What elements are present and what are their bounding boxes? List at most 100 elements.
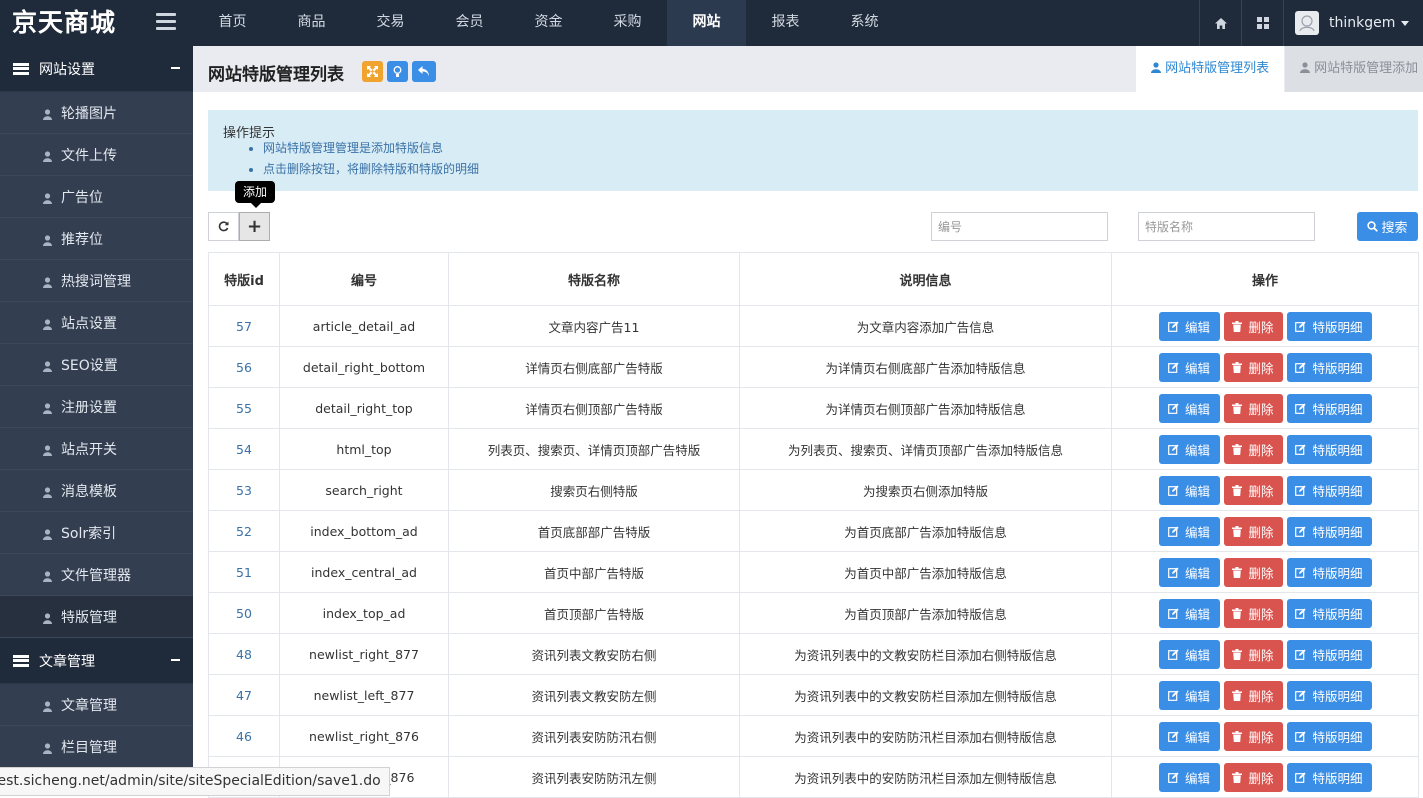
brand-logo[interactable]: 京天商城 [0, 0, 143, 46]
sidebar-item[interactable]: 注册设置 [0, 386, 193, 428]
search-button[interactable]: 搜索 [1357, 212, 1418, 241]
delete-button[interactable]: 删除 [1223, 311, 1283, 341]
back-icon[interactable] [412, 61, 436, 82]
delete-button[interactable]: 删除 [1223, 434, 1283, 464]
detail-button[interactable]: 特版明细 [1286, 762, 1372, 792]
sidebar-group-article[interactable]: 文章管理 [0, 638, 193, 684]
edit-button[interactable]: 编辑 [1158, 557, 1220, 587]
detail-button[interactable]: 特版明细 [1286, 639, 1372, 669]
user-icon [1300, 62, 1310, 73]
cell-code: index_top_ad [279, 592, 449, 634]
edit-button[interactable]: 编辑 [1158, 475, 1220, 505]
trash-icon [1232, 402, 1245, 414]
user-icon [43, 318, 52, 330]
detail-button[interactable]: 特版明细 [1286, 311, 1372, 341]
trash-icon [1232, 320, 1245, 332]
nav-item[interactable]: 交易 [351, 0, 430, 46]
fullscreen-icon[interactable] [362, 61, 383, 82]
add-button[interactable]: + [239, 212, 270, 241]
edit-button[interactable]: 编辑 [1158, 352, 1220, 382]
nav-item[interactable]: 采购 [588, 0, 667, 46]
edit-button[interactable]: 编辑 [1158, 639, 1220, 669]
cell-actions: 编辑 删除 特版明细 [1111, 633, 1419, 675]
nav-item[interactable]: 资金 [509, 0, 588, 46]
sidebar-item[interactable]: 广告位 [0, 176, 193, 218]
refresh-button[interactable] [208, 212, 239, 241]
detail-button-label: 特版明细 [1312, 483, 1363, 499]
detail-button[interactable]: 特版明细 [1286, 393, 1372, 423]
delete-button[interactable]: 删除 [1223, 393, 1283, 423]
cell-name: 资讯列表安防防汛右侧 [448, 715, 740, 757]
user-icon [43, 234, 52, 246]
delete-button[interactable]: 删除 [1223, 557, 1283, 587]
tab-add[interactable]: 网站特版管理添加 [1285, 46, 1423, 92]
delete-button[interactable]: 删除 [1223, 598, 1283, 628]
sidebar-item[interactable]: 特版管理 [0, 596, 193, 638]
delete-button[interactable]: 删除 [1223, 516, 1283, 546]
delete-button[interactable]: 删除 [1223, 639, 1283, 669]
sidebar-item[interactable]: Solr索引 [0, 512, 193, 554]
menu-toggle-icon[interactable] [156, 13, 176, 33]
sidebar-group-site-settings[interactable]: 网站设置 [0, 46, 193, 92]
delete-button-label: 删除 [1248, 442, 1274, 458]
detail-button[interactable]: 特版明细 [1286, 516, 1372, 546]
edit-button[interactable]: 编辑 [1158, 680, 1220, 710]
code-search-input[interactable] [931, 212, 1108, 241]
edit-icon [1295, 567, 1309, 578]
sidebar-item[interactable]: 文件上传 [0, 134, 193, 176]
sidebar-item[interactable]: 文章管理 [0, 684, 193, 726]
nav-item[interactable]: 报表 [746, 0, 825, 46]
special-edition-table: 特版id 编号 特版名称 说明信息 操作 57 article_detail_ad… [208, 252, 1419, 798]
edit-button-label: 编辑 [1184, 770, 1210, 786]
edit-button[interactable]: 编辑 [1158, 311, 1220, 341]
user-icon [1151, 62, 1161, 73]
detail-button[interactable]: 特版明细 [1286, 352, 1372, 382]
sidebar-item[interactable]: 轮播图片 [0, 92, 193, 134]
sidebar-item[interactable]: 站点设置 [0, 302, 193, 344]
detail-button[interactable]: 特版明细 [1286, 557, 1372, 587]
nav-item[interactable]: 网站 [667, 0, 746, 46]
grid-icon[interactable] [1241, 0, 1284, 46]
sidebar-item[interactable]: 消息模板 [0, 470, 193, 512]
collapse-icon[interactable] [171, 659, 180, 661]
edit-button[interactable]: 编辑 [1158, 516, 1220, 546]
delete-button[interactable]: 删除 [1223, 475, 1283, 505]
sidebar-item[interactable]: 栏目管理 [0, 726, 193, 768]
cell-actions: 编辑 删除 特版明细 [1111, 756, 1419, 798]
detail-button[interactable]: 特版明细 [1286, 475, 1372, 505]
sidebar-item[interactable]: 推荐位 [0, 218, 193, 260]
edit-button[interactable]: 编辑 [1158, 598, 1220, 628]
trash-icon [1232, 566, 1245, 578]
tab-list[interactable]: 网站特版管理列表 [1136, 46, 1284, 92]
edit-icon [1295, 608, 1309, 619]
sidebar-item[interactable]: 文件管理器 [0, 554, 193, 596]
edit-button[interactable]: 编辑 [1158, 762, 1220, 792]
detail-button[interactable]: 特版明细 [1286, 434, 1372, 464]
nav-item[interactable]: 商品 [272, 0, 351, 46]
sidebar-item[interactable]: 热搜词管理 [0, 260, 193, 302]
delete-button-label: 删除 [1248, 360, 1274, 376]
collapse-icon[interactable] [171, 67, 180, 69]
edit-button[interactable]: 编辑 [1158, 434, 1220, 464]
sidebar-item[interactable]: SEO设置 [0, 344, 193, 386]
cell-code: newlist_right_876 [279, 715, 449, 757]
lightbulb-icon[interactable] [387, 61, 408, 82]
home-icon[interactable] [1199, 0, 1242, 46]
nav-item[interactable]: 首页 [193, 0, 272, 46]
edit-button[interactable]: 编辑 [1158, 721, 1220, 751]
detail-button[interactable]: 特版明细 [1286, 598, 1372, 628]
delete-button[interactable]: 删除 [1223, 680, 1283, 710]
cell-id: 51 [208, 551, 280, 593]
nav-item[interactable]: 系统 [825, 0, 904, 46]
delete-button[interactable]: 删除 [1223, 762, 1283, 792]
user-menu[interactable]: thinkgem [1283, 0, 1423, 46]
nav-item[interactable]: 会员 [430, 0, 509, 46]
name-search-input[interactable] [1138, 212, 1315, 241]
detail-button[interactable]: 特版明细 [1286, 680, 1372, 710]
sidebar-item[interactable]: 站点开关 [0, 428, 193, 470]
edit-button[interactable]: 编辑 [1158, 393, 1220, 423]
sidebar-item-label: 推荐位 [61, 231, 103, 248]
delete-button[interactable]: 删除 [1223, 352, 1283, 382]
detail-button[interactable]: 特版明细 [1286, 721, 1372, 751]
delete-button[interactable]: 删除 [1223, 721, 1283, 751]
